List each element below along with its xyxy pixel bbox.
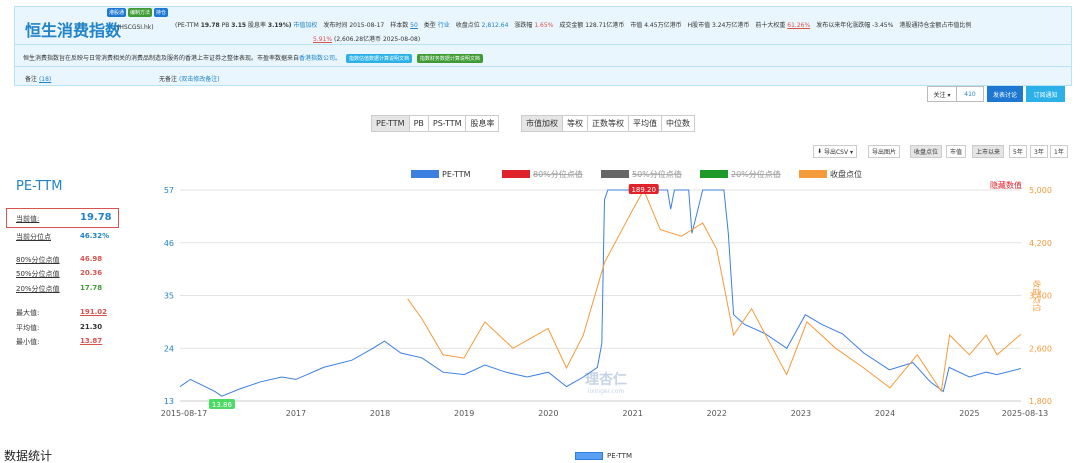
- pe-ttm-line: [179, 189, 1022, 397]
- legend-label: 20%分位点值: [731, 169, 781, 179]
- x-tick-label: 2017: [286, 409, 306, 418]
- legend-swatch: [502, 170, 530, 178]
- y-right-tick-label: 4,200: [1029, 239, 1052, 248]
- x-tick-label: 2022: [707, 409, 727, 418]
- y-left-tick-label: 24: [164, 344, 174, 353]
- x-tick-label: 2025-08-13: [1002, 409, 1049, 418]
- x-tick-label: 2024: [875, 409, 895, 418]
- y-left-tick-label: 35: [164, 292, 174, 301]
- legend-label: PE-TTM: [442, 170, 471, 179]
- hide-values-toggle: 隐藏数值: [990, 180, 1022, 190]
- x-tick-label: 2021: [622, 409, 642, 418]
- x-tick-label: 2015-08-17: [161, 409, 208, 418]
- x-tick-label: 2018: [370, 409, 390, 418]
- x-tick-label: 2020: [538, 409, 558, 418]
- pe-ttm-chart: 13243546571,8002,6003,4004,2005,000收盘点位2…: [161, 169, 1052, 418]
- y-left-tick-label: 57: [164, 186, 174, 195]
- x-tick-label: 2025: [959, 409, 979, 418]
- close-point-line: [407, 188, 1022, 393]
- max-label: 189.20: [631, 186, 656, 194]
- y-left-tick-label: 13: [164, 397, 174, 406]
- y-right-tick-label: 1,800: [1029, 397, 1052, 406]
- y-right-axis-label: 收盘点位: [1032, 280, 1042, 312]
- legend-label: 80%分位点值: [533, 169, 583, 179]
- x-tick-label: 2019: [454, 409, 474, 418]
- legend-label: 收盘点位: [830, 169, 862, 179]
- x-tick-label: 2023: [791, 409, 811, 418]
- y-right-tick-label: 5,000: [1029, 186, 1052, 195]
- min-label: 13.86: [212, 401, 233, 409]
- legend-swatch: [700, 170, 728, 178]
- watermark-url: lixinger.com: [588, 388, 625, 395]
- y-left-tick-label: 46: [164, 239, 174, 248]
- legend-label: 50%分位点值: [632, 169, 682, 179]
- y-right-tick-label: 2,600: [1029, 344, 1052, 353]
- legend-swatch: [601, 170, 629, 178]
- watermark-logo: 理杏仁: [585, 371, 627, 388]
- legend-swatch: [411, 170, 439, 178]
- legend-swatch: [799, 170, 827, 178]
